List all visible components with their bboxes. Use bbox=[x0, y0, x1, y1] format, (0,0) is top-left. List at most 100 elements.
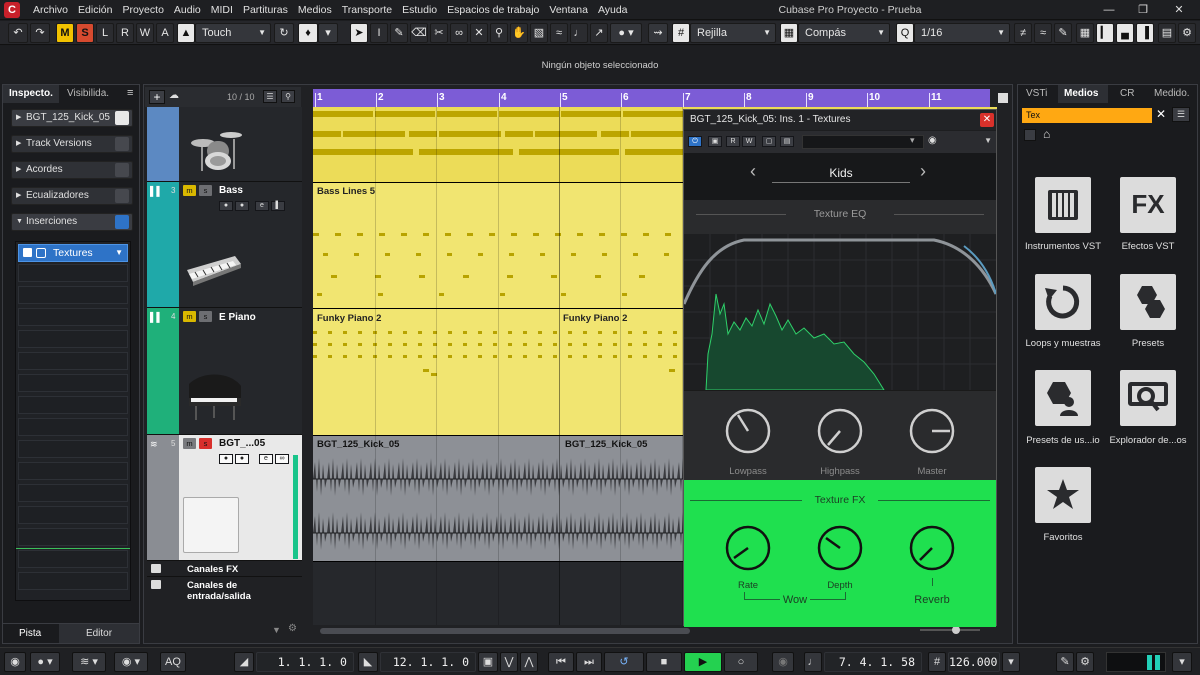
solo-all-button[interactable]: S bbox=[76, 23, 94, 43]
previous-preset-icon[interactable]: ‹ bbox=[750, 161, 756, 182]
menu-transporte[interactable]: Transporte bbox=[337, 0, 397, 20]
solo-button[interactable]: s bbox=[199, 311, 212, 322]
insert-slot-1[interactable]: Textures ▼ bbox=[18, 244, 128, 262]
tempo-track-icon[interactable]: # bbox=[928, 652, 946, 672]
mute-tool-icon[interactable]: ✕ bbox=[470, 23, 488, 43]
tab-media[interactable]: Medios bbox=[1058, 85, 1108, 103]
add-track-icon[interactable]: + bbox=[149, 90, 165, 104]
mute-button[interactable]: m bbox=[183, 438, 196, 449]
auto-scroll-icon[interactable]: ↻ bbox=[274, 23, 294, 43]
tab-track[interactable]: Pista bbox=[19, 628, 41, 639]
time-format-icon[interactable]: ♩ bbox=[804, 652, 822, 672]
post-roll-icon[interactable]: ⋀ bbox=[520, 652, 538, 672]
monitor-icon[interactable]: ● bbox=[235, 454, 249, 464]
track-audio-bgt[interactable]: ≋ 5 m s BGT_...05 ● ● e ∞ bbox=[147, 435, 302, 561]
inserts-bypass-icon[interactable] bbox=[115, 215, 129, 229]
mute-button[interactable]: m bbox=[183, 311, 196, 322]
slot-power-icon[interactable] bbox=[23, 248, 32, 257]
insert-slot-empty[interactable] bbox=[18, 484, 128, 502]
ruler-scroll-icon[interactable] bbox=[998, 93, 1008, 103]
comp-tool-icon[interactable]: ▧ bbox=[530, 23, 548, 43]
lock-icon[interactable]: ▣ bbox=[478, 652, 498, 672]
write-automation-button[interactable]: W bbox=[136, 23, 154, 43]
pointer-tool-icon[interactable]: ➤ bbox=[350, 23, 368, 43]
next-preset-icon[interactable]: › bbox=[920, 161, 926, 182]
split-tool-icon[interactable]: ✂ bbox=[430, 23, 448, 43]
left-locator-display[interactable]: 1. 1. 1. 0 bbox=[256, 652, 354, 672]
tab-vsti[interactable]: VSTi bbox=[1020, 85, 1054, 103]
menu-proyecto[interactable]: Proyecto bbox=[117, 0, 168, 20]
section-track-versions[interactable]: ▶ Track Versions bbox=[11, 135, 133, 153]
restore-icon[interactable]: ❐ bbox=[1126, 0, 1160, 20]
minimize-icon[interactable]: — bbox=[1092, 0, 1126, 20]
show-lower-zone-icon[interactable]: ▄ bbox=[1116, 23, 1134, 43]
inspector-track-name[interactable]: ▶ BGT_125_Kick_05 bbox=[11, 109, 133, 127]
menu-hamburger-icon[interactable]: ≡ bbox=[127, 87, 133, 99]
view-toggle-icon[interactable] bbox=[1024, 129, 1036, 141]
menu-medios[interactable]: Medios bbox=[293, 0, 337, 20]
tab-meter[interactable]: Medido. bbox=[1148, 85, 1198, 103]
track-picture-placeholder[interactable] bbox=[183, 497, 239, 553]
automation-mode-select[interactable]: Touch ▼ bbox=[195, 23, 271, 43]
settings-menu-icon[interactable]: ▼ bbox=[984, 136, 992, 145]
zoom-tool-icon[interactable]: ⚲ bbox=[490, 23, 508, 43]
menu-espacios-de-trabajo[interactable]: Espacios de trabajo bbox=[442, 0, 544, 20]
automation-a-button[interactable]: A bbox=[156, 23, 174, 43]
range-tool-icon[interactable]: I bbox=[370, 23, 388, 43]
highpass-knob[interactable] bbox=[816, 407, 864, 455]
grid-icon[interactable]: # bbox=[672, 23, 690, 43]
track-bass[interactable]: ▌▌ 3 m s Bass ● ● e ▌ bbox=[147, 182, 302, 308]
quantize-icon[interactable]: Q bbox=[896, 23, 914, 43]
eq-bypass-icon[interactable] bbox=[115, 189, 129, 203]
stop-icon[interactable]: ■ bbox=[646, 652, 682, 672]
menu-ventana[interactable]: Ventana bbox=[544, 0, 593, 20]
insert-slot-empty[interactable] bbox=[18, 462, 128, 480]
auto-quantize-button[interactable]: AQ bbox=[160, 652, 186, 672]
search-icon[interactable]: ⚲ bbox=[281, 90, 295, 103]
media-search-input[interactable]: Tex bbox=[1022, 108, 1152, 123]
folder-fx-channels[interactable]: Canales FX bbox=[147, 562, 302, 577]
zoom-slider[interactable] bbox=[920, 626, 980, 634]
cycle-icon[interactable]: ↺ bbox=[604, 652, 644, 672]
track-name[interactable]: E Piano bbox=[219, 312, 256, 323]
insert-slot-empty[interactable] bbox=[18, 264, 128, 282]
output-menu-icon[interactable]: ▾ bbox=[1172, 652, 1192, 672]
close-icon[interactable]: ✕ bbox=[980, 113, 994, 127]
layout-icon[interactable]: ▦ bbox=[1076, 23, 1094, 43]
quantize-select[interactable]: 1/16 ▼ bbox=[914, 23, 1010, 43]
record-mode-icon[interactable]: ● ▾ bbox=[30, 652, 60, 672]
go-to-start-icon[interactable]: ⏮ bbox=[548, 652, 574, 672]
insert-slot-empty[interactable] bbox=[18, 352, 128, 370]
vst-effects-tile[interactable]: FX bbox=[1120, 177, 1176, 233]
file-browser-tile[interactable] bbox=[1120, 370, 1176, 426]
edit-channel-icon[interactable] bbox=[115, 111, 129, 125]
record-enable-icon[interactable]: ● bbox=[219, 201, 233, 211]
chevron-down-icon[interactable]: ▼ bbox=[115, 245, 123, 261]
insert-slot-empty[interactable] bbox=[18, 506, 128, 524]
plugin-power-icon[interactable]: ⏻ bbox=[688, 136, 702, 147]
insert-slot-empty[interactable] bbox=[18, 550, 128, 568]
undo-icon[interactable]: ↶ bbox=[8, 23, 28, 43]
redo-icon[interactable]: ↷ bbox=[30, 23, 50, 43]
quantize-panel-icon[interactable]: ✎ bbox=[1054, 23, 1072, 43]
draw-tool-icon[interactable]: ✎ bbox=[390, 23, 408, 43]
write-automation-icon[interactable]: W bbox=[742, 136, 756, 147]
reverb-knob[interactable] bbox=[908, 524, 956, 572]
hand-tool-icon[interactable]: ✋ bbox=[510, 23, 528, 43]
tempo-menu-icon[interactable]: ▾ bbox=[1002, 652, 1020, 672]
line-tool-icon[interactable]: ↗ bbox=[590, 23, 608, 43]
go-to-end-icon[interactable]: ⏭ bbox=[576, 652, 602, 672]
tracklist-zoom-icon[interactable]: ▼ bbox=[272, 625, 281, 635]
preset-name[interactable]: Kids bbox=[772, 163, 910, 183]
punch-mode-icon[interactable]: ≋ ▾ bbox=[72, 652, 106, 672]
tab-editor[interactable]: Editor bbox=[59, 624, 139, 643]
list-view-icon[interactable]: ☰ bbox=[1172, 107, 1190, 122]
constrain-icon[interactable]: ♦ bbox=[298, 23, 318, 43]
preset-field[interactable] bbox=[802, 135, 924, 149]
eq-spectrum-display[interactable] bbox=[684, 234, 996, 390]
timeline-ruler[interactable]: 1 2 3 4 5 6 7 8 9 10 11 bbox=[313, 89, 990, 107]
presets-tile[interactable] bbox=[1120, 274, 1176, 330]
settings-gear-icon[interactable]: ⚙ bbox=[1178, 23, 1196, 43]
track-drums[interactable] bbox=[147, 107, 302, 182]
automation-mode-icon[interactable]: ▲ bbox=[177, 23, 195, 43]
